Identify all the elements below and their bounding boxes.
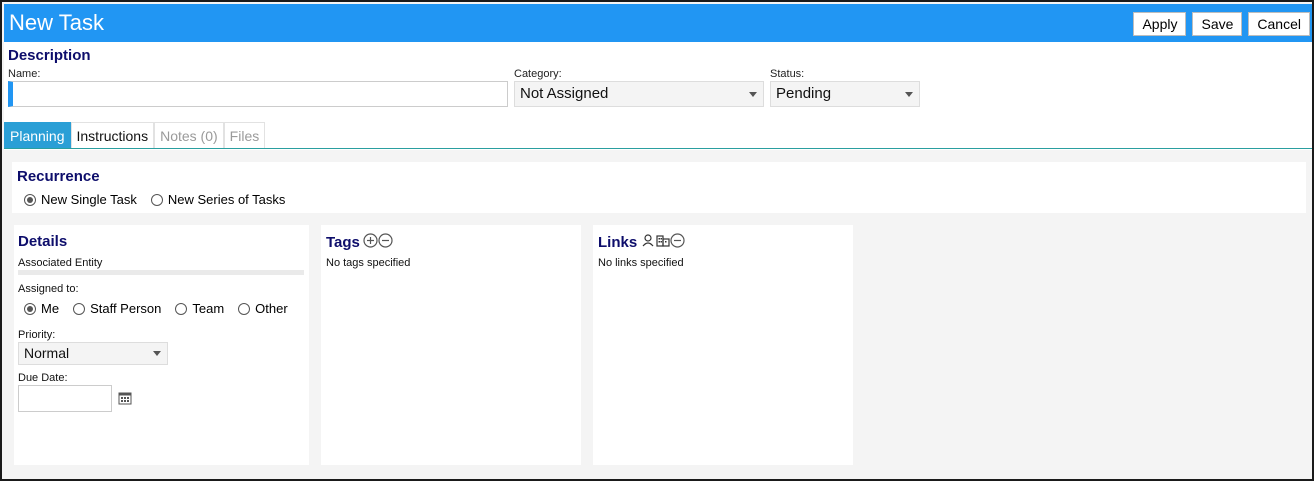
links-panel: Links No links specified <box>593 225 853 465</box>
chevron-down-icon <box>153 351 161 356</box>
recurrence-series-option[interactable]: New Series of Tasks <box>150 192 286 207</box>
priority-select[interactable]: Normal <box>18 342 168 365</box>
header-actions: Apply Save Cancel <box>1133 12 1310 36</box>
radio-unselected-icon[interactable] <box>175 302 188 315</box>
radio-unselected-icon[interactable] <box>150 193 163 206</box>
links-empty-text: No links specified <box>598 257 684 269</box>
assigned-me-label: Me <box>41 301 60 316</box>
add-circle-icon[interactable] <box>363 233 378 252</box>
task-window: New Task Apply Save Cancel Description N… <box>0 0 1314 481</box>
assigned-staff-option[interactable]: Staff Person <box>73 301 161 316</box>
chevron-down-icon <box>749 92 757 97</box>
priority-value: Normal <box>24 345 70 361</box>
title-bar: New Task Apply Save Cancel <box>4 4 1312 42</box>
tab-bar: Planning Instructions Notes (0) Files <box>4 122 266 149</box>
name-label: Name: <box>8 68 41 80</box>
radio-selected-icon[interactable] <box>24 193 36 206</box>
recurrence-single-option[interactable]: New Single Task <box>24 192 137 207</box>
assigned-other-option[interactable]: Other <box>238 301 288 316</box>
category-label: Category: <box>514 68 562 80</box>
assigned-to-options: Me Staff Person Team Other <box>24 301 288 316</box>
window-title: New Task <box>9 10 104 35</box>
name-input[interactable] <box>8 81 508 107</box>
tab-instructions[interactable]: Instructions <box>70 122 155 149</box>
links-header: Links <box>598 233 685 252</box>
tab-planning[interactable]: Planning <box>4 122 71 149</box>
radio-selected-icon[interactable] <box>24 302 36 315</box>
remove-circle-icon[interactable] <box>378 233 393 252</box>
priority-label: Priority: <box>18 329 56 341</box>
save-button[interactable]: Save <box>1192 12 1243 36</box>
associated-entity-label: Associated Entity <box>18 257 103 269</box>
recurrence-options: New Single Task New Series of Tasks <box>24 192 299 207</box>
cancel-button[interactable]: Cancel <box>1248 12 1310 36</box>
status-label: Status: <box>770 68 805 80</box>
recurrence-section: Recurrence New Single Task New Series of… <box>12 162 1306 213</box>
building-icon[interactable] <box>656 234 670 251</box>
assigned-to-label: Assigned to: <box>18 283 79 295</box>
assigned-staff-label: Staff Person <box>90 301 162 316</box>
tags-panel: Tags No tags specified <box>321 225 581 465</box>
details-title: Details <box>18 233 68 250</box>
category-value: Not Assigned <box>520 85 609 102</box>
radio-unselected-icon[interactable] <box>73 302 86 315</box>
details-panel: Details Associated Entity Assigned to: M… <box>14 225 309 465</box>
category-select[interactable]: Not Assigned <box>514 81 764 107</box>
recurrence-title: Recurrence <box>17 168 100 185</box>
status-value: Pending <box>776 85 832 102</box>
tab-files[interactable]: Files <box>223 122 266 149</box>
links-title: Links <box>598 234 638 251</box>
assigned-team-label: Team <box>192 301 225 316</box>
assigned-me-option[interactable]: Me <box>24 301 59 316</box>
radio-unselected-icon[interactable] <box>238 302 251 315</box>
apply-button[interactable]: Apply <box>1133 12 1187 36</box>
assigned-team-option[interactable]: Team <box>175 301 224 316</box>
recurrence-series-label: New Series of Tasks <box>167 192 286 207</box>
tags-header: Tags <box>326 233 393 252</box>
tags-title: Tags <box>326 234 360 251</box>
tags-empty-text: No tags specified <box>326 257 411 269</box>
assigned-other-label: Other <box>255 301 288 316</box>
status-select[interactable]: Pending <box>770 81 920 107</box>
due-date-label: Due Date: <box>18 372 68 384</box>
tab-divider <box>4 148 1312 149</box>
description-title: Description <box>8 47 91 64</box>
tab-notes[interactable]: Notes (0) <box>154 122 224 149</box>
remove-circle-icon[interactable] <box>670 233 685 252</box>
person-icon[interactable] <box>642 234 654 251</box>
due-date-input[interactable] <box>18 385 112 412</box>
calendar-icon[interactable] <box>118 391 132 410</box>
associated-entity-field[interactable] <box>18 270 304 275</box>
chevron-down-icon <box>905 92 913 97</box>
recurrence-single-label: New Single Task <box>41 192 137 207</box>
